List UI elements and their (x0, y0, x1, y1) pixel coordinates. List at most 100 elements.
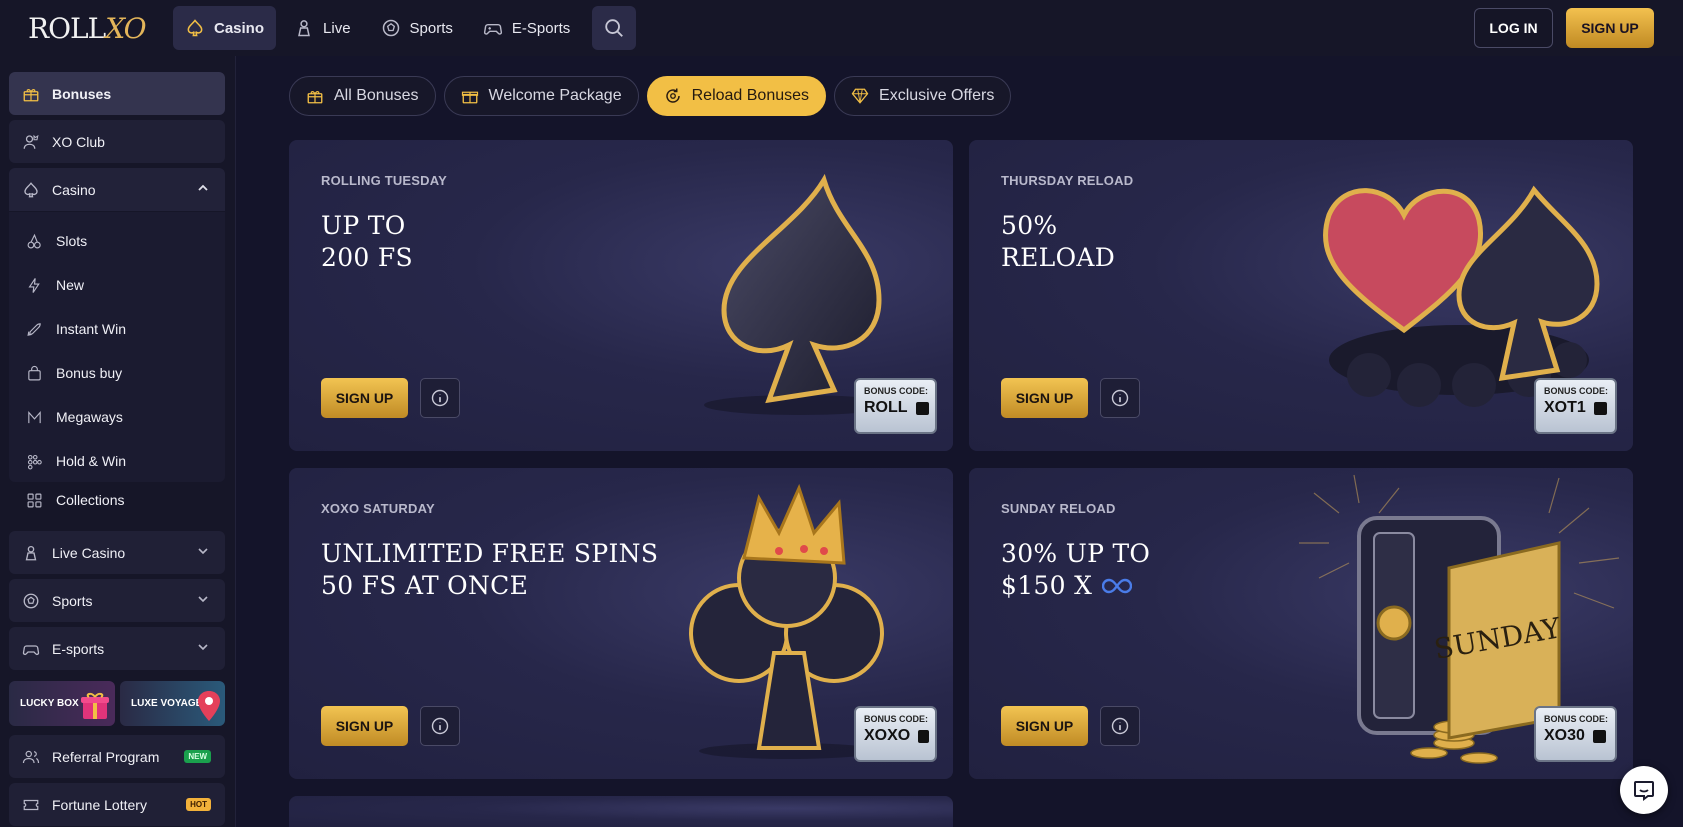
cherries-icon (27, 233, 41, 248)
sidebar-item-referral[interactable]: Referral Program NEW (9, 735, 225, 778)
submenu-item-new[interactable]: New (26, 270, 84, 300)
card-kicker: THURSDAY RELOAD (1001, 173, 1134, 188)
card-signup-button[interactable]: SIGN UP (1001, 706, 1088, 746)
live-chat-button[interactable] (1620, 766, 1668, 814)
tab-label: Welcome Package (488, 87, 622, 104)
gift-icon (307, 91, 323, 104)
promo-lucky-box-label: LUCKY BOX (20, 698, 79, 709)
card-signup-button[interactable]: SIGN UP (321, 706, 408, 746)
bonus-code-box[interactable]: BONUS CODE: ROLL (854, 378, 937, 434)
card-signup-button[interactable]: SIGN UP (1001, 378, 1088, 418)
bonus-code-box[interactable]: BONUS CODE: XOXO (854, 706, 937, 762)
submenu-label: Slots (56, 233, 88, 249)
tab-welcome-package[interactable]: Welcome Package (443, 76, 639, 116)
card-headline-line1: 50% (1001, 211, 1058, 240)
info-icon (1111, 717, 1129, 735)
sidebar-item-sports[interactable]: Sports (9, 579, 225, 622)
bonus-code-value: XO30 (1544, 727, 1585, 744)
nav-live[interactable]: Live (282, 6, 363, 50)
promo-luxe-voyage[interactable]: LUXE VOYAGE (120, 681, 225, 726)
info-icon (431, 389, 449, 407)
gamepad-icon (22, 644, 40, 655)
nav-casino[interactable]: Casino (173, 6, 277, 50)
info-icon (1111, 389, 1129, 407)
copy-icon[interactable] (1593, 401, 1607, 415)
soccer-ball-icon (382, 19, 399, 37)
tab-exclusive-offers[interactable]: Exclusive Offers (834, 76, 1012, 116)
copy-icon[interactable] (1592, 729, 1606, 743)
nav-esports-label: E-Sports (511, 19, 571, 37)
card-signup-button[interactable]: SIGN UP (321, 378, 408, 418)
bonus-card-rolling-tuesday: ROLLING TUESDAY UP TO 200 FS SIGN UP BON… (289, 140, 953, 451)
bonus-code-label: BONUS CODE: (1544, 714, 1609, 724)
sidebar-label-lottery: Fortune Lottery (52, 796, 147, 813)
rocket-icon (27, 322, 41, 336)
gamepad-icon (483, 23, 502, 35)
submenu-label: Bonus buy (56, 365, 123, 381)
ticket-icon (23, 799, 39, 810)
info-icon (431, 717, 449, 735)
user-crown-icon (23, 134, 39, 149)
submenu-item-collections[interactable]: Collections (26, 485, 124, 515)
submenu-label: Hold & Win (56, 453, 127, 469)
diamond-icon (851, 88, 869, 104)
gift-box-image (81, 692, 109, 719)
sidebar-item-lottery[interactable]: Fortune Lottery HOT (9, 783, 225, 826)
card-headline: 50% RELOAD (1001, 210, 1115, 274)
nav-esports[interactable]: E-Sports (471, 6, 582, 50)
card-headline-line2: RELOAD (1001, 243, 1116, 272)
submenu-label: Megaways (56, 409, 123, 425)
sidebar-item-casino[interactable]: Casino (9, 168, 225, 211)
submenu-label: New (56, 277, 85, 293)
shopping-bag-icon (28, 365, 41, 380)
submenu-item-bonus-buy[interactable]: Bonus buy (26, 358, 122, 388)
bonus-code-label: BONUS CODE: (864, 714, 929, 724)
dealer-icon (298, 20, 310, 37)
copy-icon[interactable] (915, 401, 929, 415)
submenu-item-slots[interactable]: Slots (26, 226, 87, 256)
sidebar-item-live-casino[interactable]: Live Casino (9, 531, 225, 574)
tab-reload-bonuses[interactable]: Reload Bonuses (646, 76, 827, 116)
bonus-code-value: XOXO (864, 727, 911, 744)
submenu-item-megaways[interactable]: Megaways (26, 402, 123, 432)
sidebar-item-bonuses[interactable]: Bonuses (9, 72, 225, 115)
nav-sports[interactable]: Sports (369, 6, 465, 50)
top-header: ROLL XO Casino Live Sports E-Sports LOG I… (0, 0, 1683, 56)
card-info-button[interactable] (420, 706, 460, 746)
tab-all-bonuses[interactable]: All Bonuses (289, 76, 436, 116)
grid-icon (27, 493, 42, 507)
new-badge: NEW (184, 750, 211, 763)
card-kicker: ROLLING TUESDAY (321, 173, 448, 188)
login-button[interactable]: LOG IN (1474, 8, 1553, 48)
submenu-item-instant-win[interactable]: Instant Win (26, 314, 126, 344)
nav-live-label: Live (323, 19, 351, 37)
search-icon (605, 19, 624, 37)
sidebar-item-xo-club[interactable]: XO Club (9, 120, 225, 163)
card-headline-line2-row: $150 X (1001, 570, 1150, 602)
card-headline-line2: 50 FS AT ONCE (321, 571, 529, 600)
search-button[interactable] (592, 6, 637, 50)
logo-text-xo: XO (105, 11, 146, 45)
bonus-code-box[interactable]: BONUS CODE: XO30 (1534, 706, 1617, 762)
card-info-button[interactable] (420, 378, 460, 418)
tab-label: Reload Bonuses (691, 87, 810, 104)
sidebar: Bonuses XO Club Casino Slots New Instant… (0, 56, 236, 827)
card-info-button[interactable] (1100, 706, 1140, 746)
logo-text-roll: ROLL (28, 11, 106, 45)
copy-icon[interactable] (918, 729, 929, 743)
sidebar-label-xo-club: XO Club (52, 133, 105, 150)
card-headline-line1: UNLIMITED FREE SPINS (321, 539, 659, 568)
sidebar-label-esports: E-sports (52, 640, 105, 657)
card-headline-line2: $150 X (1001, 571, 1093, 600)
card-info-button[interactable] (1100, 378, 1140, 418)
main-nav: Casino Live Sports E-Sports (173, 6, 637, 50)
map-pin-image (198, 691, 220, 721)
infinity-icon (1102, 578, 1133, 594)
promo-lucky-box[interactable]: LUCKY BOX (9, 681, 115, 726)
bonus-code-box[interactable]: BONUS CODE: XOT1 (1534, 378, 1617, 434)
logo[interactable]: ROLL XO (28, 10, 147, 46)
signup-button[interactable]: SIGN UP (1566, 8, 1654, 48)
bonus-card-thursday-reload: THURSDAY RELOAD 50% RELOAD SIGN UP BONUS… (969, 140, 1633, 451)
sidebar-item-esports[interactable]: E-sports (9, 627, 225, 670)
submenu-item-hold-win[interactable]: Hold & Win (26, 446, 126, 476)
